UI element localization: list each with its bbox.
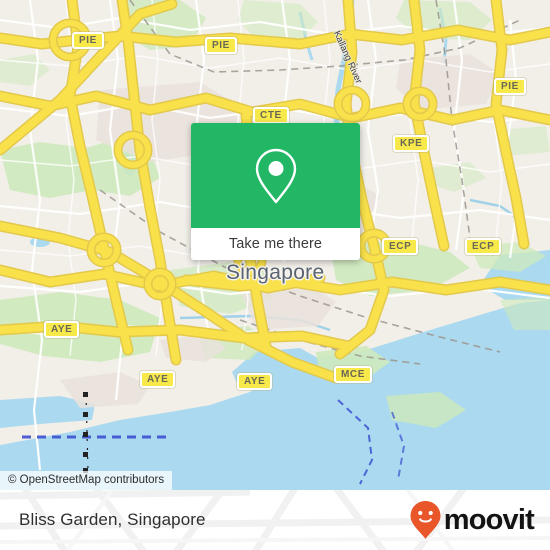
footer-bar: Bliss Garden, Singapore moovit (0, 490, 550, 550)
highway-shield-kpe[interactable]: KPE (393, 135, 430, 152)
highway-shield-aye-2[interactable]: AYE (140, 371, 176, 388)
callout-icon-panel (191, 123, 360, 228)
moovit-wordmark: moovit (443, 503, 535, 536)
map-pin-icon (255, 148, 296, 203)
highway-shield-pie-3[interactable]: PIE (494, 78, 526, 95)
highway-shield-cte[interactable]: CTE (253, 107, 289, 124)
location-title: Bliss Garden, Singapore (19, 510, 206, 529)
highway-shield-ecp-2[interactable]: ECP (465, 238, 502, 255)
place-label-singapore: Singapore (226, 261, 325, 284)
location-callout-card[interactable]: Take me there (191, 123, 360, 260)
osm-attribution[interactable]: © OpenStreetMap contributors (0, 471, 173, 490)
take-me-there-button[interactable]: Take me there (191, 228, 360, 260)
highway-shield-pie-2[interactable]: PIE (205, 37, 237, 54)
highway-shield-pie-1[interactable]: PIE (72, 32, 104, 49)
map-canvas[interactable]: Singapore Kallang River PIE PIE PIE CTE … (0, 0, 550, 490)
highway-shield-aye-3[interactable]: AYE (237, 373, 273, 390)
moovit-pin-smiley-icon (410, 501, 441, 539)
highway-shield-ecp-1[interactable]: ECP (382, 238, 419, 255)
screenshot-root: Singapore Kallang River PIE PIE PIE CTE … (0, 0, 550, 550)
moovit-logo[interactable]: moovit (409, 500, 535, 540)
highway-shield-aye-1[interactable]: AYE (44, 321, 80, 338)
highway-shield-mce[interactable]: MCE (334, 366, 373, 383)
